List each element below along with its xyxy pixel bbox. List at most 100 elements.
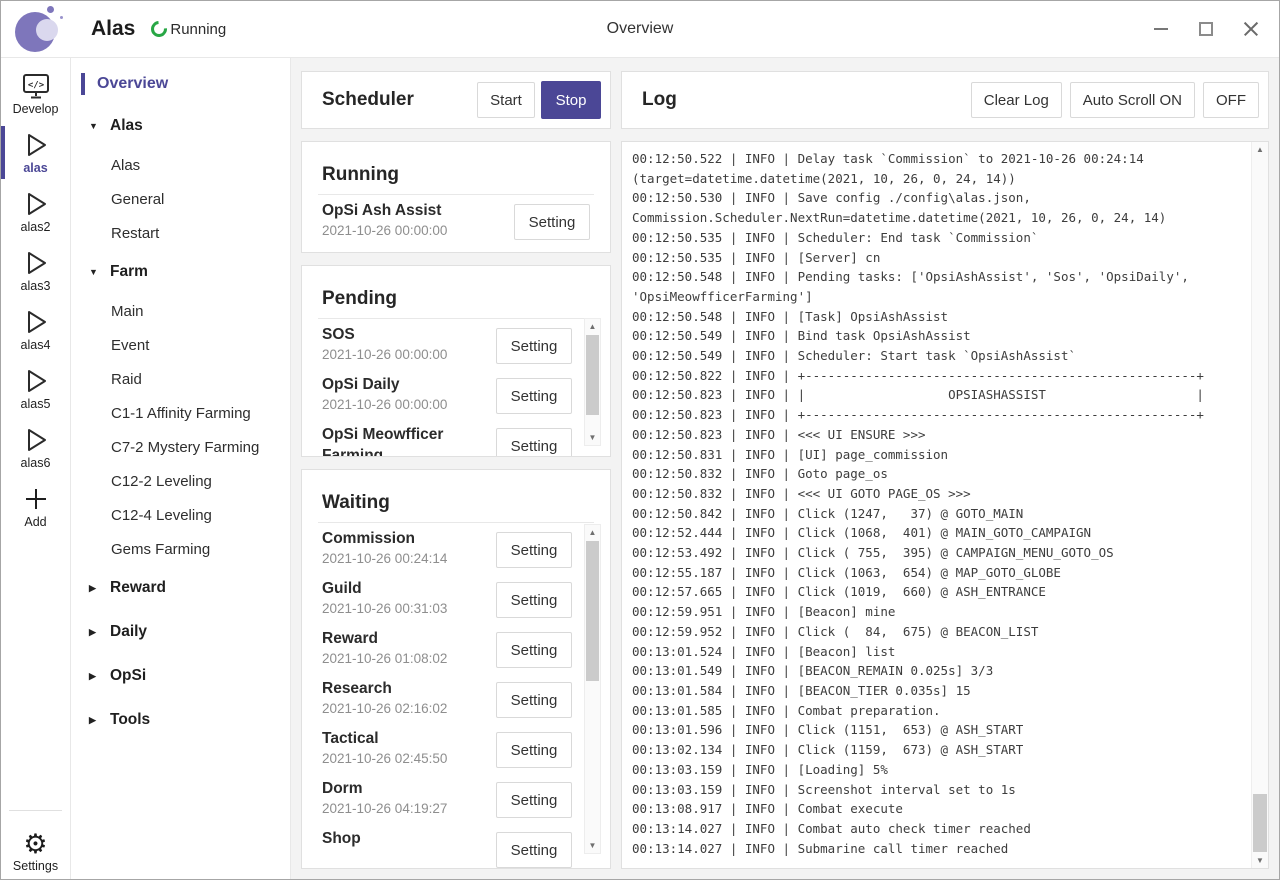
pending-scrollbar[interactable]: ▲ ▼ — [584, 318, 601, 446]
task-info: OpSi Ash Assist2021-10-26 00:00:00 — [322, 200, 514, 248]
log-line: 00:13:02.134 | INFO | Click (1159, 673) … — [632, 740, 1247, 760]
rail-divider — [9, 810, 62, 811]
scroll-up-icon[interactable]: ▲ — [585, 319, 600, 334]
scroll-down-icon[interactable]: ▼ — [585, 838, 600, 853]
task-name: Commission — [322, 528, 488, 549]
setting-button[interactable]: Setting — [514, 204, 590, 240]
log-scrollbar[interactable]: ▲ ▼ — [1251, 142, 1268, 868]
stop-button[interactable]: Stop — [541, 81, 601, 119]
task-info: OpSi Meowfficer Farming — [322, 424, 496, 457]
sidebar-group-farm[interactable]: ▼Farm — [71, 250, 290, 294]
setting-button[interactable]: Setting — [496, 582, 572, 618]
maximize-button[interactable] — [1183, 8, 1228, 50]
setting-button[interactable]: Setting — [496, 532, 572, 568]
rail-item-add[interactable]: Add — [1, 477, 70, 536]
log-line: 00:12:50.831 | INFO | [UI] page_commissi… — [632, 445, 1247, 465]
log-line: 00:12:53.492 | INFO | Click ( 755, 395) … — [632, 543, 1247, 563]
log-line: 00:13:01.584 | INFO | [BEACON_TIER 0.035… — [632, 681, 1247, 701]
sidebar-group-opsi[interactable]: ▶OpSi — [71, 654, 290, 698]
setting-button[interactable]: Setting — [496, 632, 572, 668]
status-text: Running — [170, 21, 226, 38]
scroll-up-icon[interactable]: ▲ — [1252, 142, 1268, 157]
log-line: 00:12:57.665 | INFO | Click (1019, 660) … — [632, 582, 1247, 602]
task-next-run-time: 2021-10-26 00:00:00 — [322, 347, 488, 362]
sidebar-item-raid[interactable]: Raid — [71, 362, 290, 396]
task-next-run-time: 2021-10-26 00:00:00 — [322, 397, 488, 412]
task-name: Tactical — [322, 728, 488, 749]
log-line: 00:13:08.917 | INFO | Combat execute — [632, 799, 1247, 819]
log-line: 00:13:14.027 | INFO | Combat auto check … — [632, 819, 1247, 839]
start-button[interactable]: Start — [477, 82, 535, 118]
rail-item-label: alas3 — [21, 279, 51, 293]
rail-item-alas[interactable]: alas — [1, 123, 70, 182]
log-line: 00:12:50.530 | INFO | Save config ./conf… — [632, 188, 1247, 208]
sidebar-group-daily[interactable]: ▶Daily — [71, 610, 290, 654]
scrollbar-thumb[interactable] — [586, 335, 599, 415]
task-info: Dorm2021-10-26 04:19:27 — [322, 778, 496, 826]
app-title: Alas — [91, 17, 135, 41]
rail-item-settings[interactable]: ⚙ Settings — [1, 829, 70, 873]
task-name: Guild — [322, 578, 488, 599]
task-info: Guild2021-10-26 00:31:03 — [322, 578, 496, 626]
clear-log-button[interactable]: Clear Log — [971, 82, 1062, 118]
play-icon — [22, 130, 50, 160]
sidebar-item-overview[interactable]: Overview — [71, 72, 290, 96]
sidebar-item-c12-4-leveling[interactable]: C12-4 Leveling — [71, 498, 290, 532]
log-line: 00:12:50.832 | INFO | Goto page_os — [632, 464, 1247, 484]
maximize-icon — [1199, 22, 1213, 36]
sidebar-item-main[interactable]: Main — [71, 294, 290, 328]
log-line: 00:12:55.187 | INFO | Click (1063, 654) … — [632, 563, 1247, 583]
setting-button[interactable]: Setting — [496, 732, 572, 768]
scrollbar-thumb[interactable] — [1253, 794, 1267, 852]
rail-item-label: alas — [23, 161, 47, 175]
pending-task-list: SOS2021-10-26 00:00:00SettingOpSi Daily2… — [302, 322, 610, 456]
sidebar-group-reward[interactable]: ▶Reward — [71, 566, 290, 610]
autoscroll-off-button[interactable]: OFF — [1203, 82, 1259, 118]
sidebar-item-general[interactable]: General — [71, 182, 290, 216]
log-line: 00:12:50.822 | INFO | +-----------------… — [632, 366, 1247, 386]
log-line: 00:12:50.823 | INFO | <<< UI ENSURE >>> — [632, 425, 1247, 445]
title-bar: Alas Running Overview — [1, 1, 1279, 58]
task-next-run-time: 2021-10-26 04:19:27 — [322, 801, 488, 816]
rail-item-alas6[interactable]: alas6 — [1, 418, 70, 477]
rail-item-alas3[interactable]: alas3 — [1, 241, 70, 300]
settings-label: Settings — [13, 859, 58, 873]
sidebar-item-restart[interactable]: Restart — [71, 216, 290, 250]
scrollbar-thumb[interactable] — [586, 541, 599, 681]
log-line: 00:12:52.444 | INFO | Click (1068, 401) … — [632, 523, 1247, 543]
setting-button[interactable]: Setting — [496, 378, 572, 414]
rail-item-alas4[interactable]: alas4 — [1, 300, 70, 359]
autoscroll-on-button[interactable]: Auto Scroll ON — [1070, 82, 1195, 118]
sidebar-item-event[interactable]: Event — [71, 328, 290, 362]
scroll-up-icon[interactable]: ▲ — [585, 525, 600, 540]
setting-button[interactable]: Setting — [496, 328, 572, 364]
scroll-down-icon[interactable]: ▼ — [1252, 853, 1268, 868]
waiting-task-list: Commission2021-10-26 00:24:14SettingGuil… — [302, 526, 610, 868]
sidebar: Overview ▼AlasAlasGeneralRestart▼FarmMai… — [71, 58, 291, 879]
triangle-right-icon: ▶ — [89, 583, 103, 594]
scroll-down-icon[interactable]: ▼ — [585, 430, 600, 445]
minimize-button[interactable] — [1138, 8, 1183, 50]
waiting-scrollbar[interactable]: ▲ ▼ — [584, 524, 601, 854]
rail-item-label: alas5 — [21, 397, 51, 411]
log-line: 00:12:50.535 | INFO | Scheduler: End tas… — [632, 228, 1247, 248]
log-line: 00:12:50.535 | INFO | [Server] cn — [632, 248, 1247, 268]
log-line: 00:13:14.027 | INFO | Submarine call tim… — [632, 839, 1247, 859]
triangle-right-icon: ▶ — [89, 627, 103, 638]
sidebar-group-alas[interactable]: ▼Alas — [71, 104, 290, 148]
rail-item-develop[interactable]: </>Develop — [1, 64, 70, 123]
setting-button[interactable]: Setting — [496, 428, 572, 457]
setting-button[interactable]: Setting — [496, 832, 572, 868]
close-button[interactable] — [1228, 8, 1273, 50]
sidebar-item-c7-2-mystery-farming[interactable]: C7-2 Mystery Farming — [71, 430, 290, 464]
sidebar-group-tools[interactable]: ▶Tools — [71, 698, 290, 742]
rail-item-alas5[interactable]: alas5 — [1, 359, 70, 418]
setting-button[interactable]: Setting — [496, 782, 572, 818]
sidebar-item-c12-2-leveling[interactable]: C12-2 Leveling — [71, 464, 290, 498]
sidebar-item-alas[interactable]: Alas — [71, 148, 290, 182]
sidebar-item-gems-farming[interactable]: Gems Farming — [71, 532, 290, 566]
rail-item-alas2[interactable]: alas2 — [1, 182, 70, 241]
log-line: 00:13:01.549 | INFO | [BEACON_REMAIN 0.0… — [632, 661, 1247, 681]
sidebar-item-c1-1-affinity-farming[interactable]: C1-1 Affinity Farming — [71, 396, 290, 430]
setting-button[interactable]: Setting — [496, 682, 572, 718]
